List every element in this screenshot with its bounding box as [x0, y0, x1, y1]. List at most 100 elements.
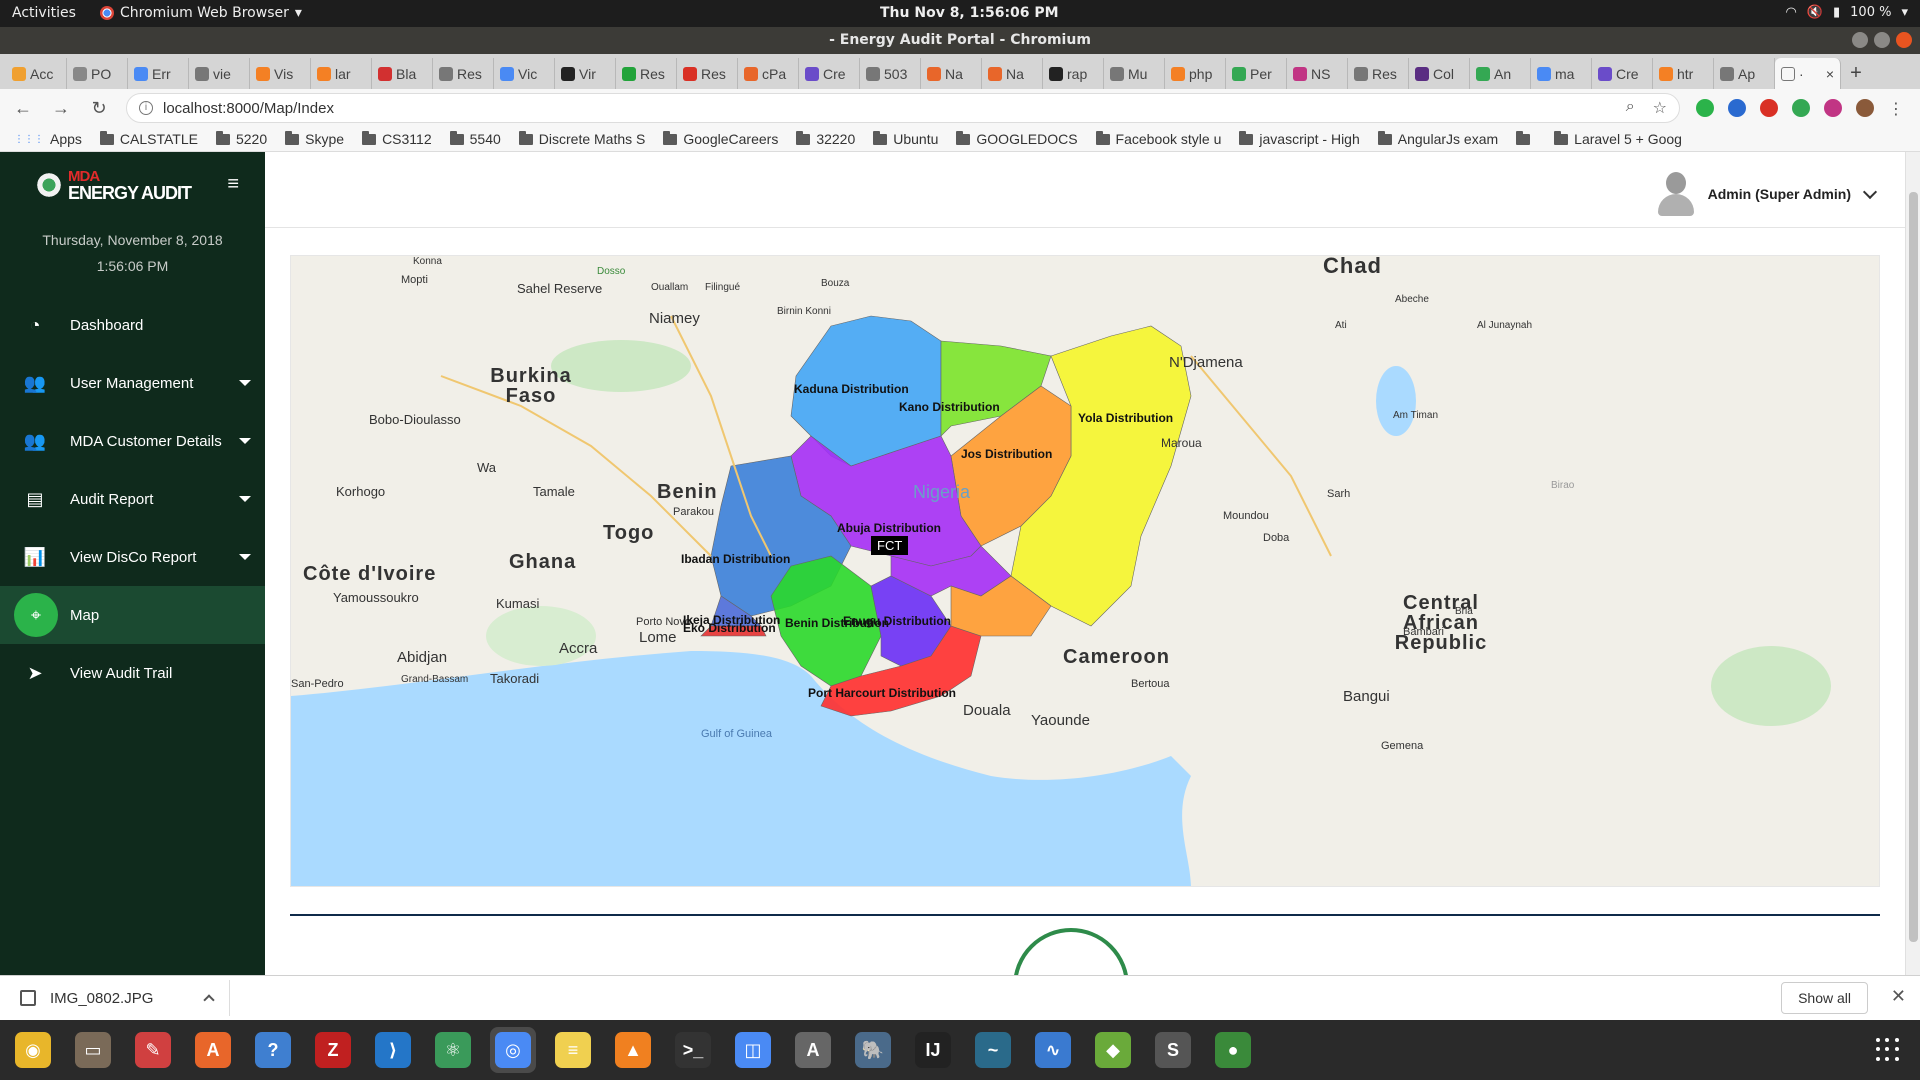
sidebar-item-dashboard[interactable]: ◔ Dashboard — [0, 296, 265, 354]
browser-tab[interactable]: htr — [1653, 58, 1714, 89]
address-bar[interactable]: i localhost:8000/Map/Index ⌕ ☆ — [126, 93, 1680, 123]
browser-tab[interactable]: Acc — [6, 58, 67, 89]
region-label[interactable]: Kano Distribution — [899, 400, 1000, 414]
browser-tab[interactable]: Bla — [372, 58, 433, 89]
sidebar-item-audit-report[interactable]: ▤ Audit Report — [0, 470, 265, 528]
zoom-icon[interactable]: ⌕ — [1626, 98, 1635, 118]
rhythmbox-icon[interactable]: ◉ — [10, 1027, 56, 1073]
browser-tab[interactable]: 503 — [860, 58, 921, 89]
menu-icon[interactable]: ⋮ — [1888, 99, 1904, 118]
filezilla-icon[interactable]: Z — [310, 1027, 356, 1073]
browser-tab[interactable]: Res — [433, 58, 494, 89]
user-menu[interactable]: Admin (Super Admin) — [1657, 172, 1878, 216]
browser-tab[interactable]: Mu — [1104, 58, 1165, 89]
software-icon[interactable]: A — [190, 1027, 236, 1073]
bookmark-item[interactable]: AngularJs exam — [1377, 130, 1498, 147]
bookmark-item[interactable] — [1516, 130, 1536, 145]
close-icon[interactable]: ✕ — [1891, 986, 1906, 1007]
region-label[interactable]: Jos Distribution — [961, 447, 1052, 461]
browser-tab[interactable]: Col — [1409, 58, 1470, 89]
scrollbar-thumb[interactable] — [1909, 192, 1918, 942]
bookmark-item[interactable]: 32220 — [796, 130, 855, 147]
bookmark-item[interactable]: GOOGLEDOCS — [956, 130, 1078, 147]
browser-tab[interactable]: Cre — [1592, 58, 1653, 89]
browser-tab[interactable]: Vis — [250, 58, 311, 89]
sublime-icon[interactable]: S — [1150, 1027, 1196, 1073]
browser-tab[interactable]: Vir — [555, 58, 616, 89]
hamburger-icon[interactable]: ≡ — [227, 173, 239, 196]
forward-button[interactable]: → — [50, 98, 72, 119]
region-label[interactable]: Yola Distribution — [1078, 411, 1173, 425]
disco-map[interactable]: Chad Burkina Faso Benin Togo Ghana Côte … — [290, 255, 1880, 887]
sidebar-item-view-audit-trail[interactable]: ➤ View Audit Trail — [0, 644, 265, 702]
help-icon[interactable]: ? — [250, 1027, 296, 1073]
region-label[interactable]: Enugu Distribution — [843, 614, 951, 628]
app-menu[interactable]: Chromium Web Browser ▾ — [100, 5, 302, 21]
browser-tab[interactable]: Vic — [494, 58, 555, 89]
browser-tab[interactable]: Na — [982, 58, 1043, 89]
bookmark-item[interactable]: Ubuntu — [873, 130, 938, 147]
browser-tab[interactable]: Err — [128, 58, 189, 89]
browser-tab[interactable]: Per — [1226, 58, 1287, 89]
show-all-button[interactable]: Show all — [1781, 982, 1868, 1014]
browser-tab[interactable]: Na — [921, 58, 982, 89]
grammarly-icon[interactable] — [1696, 99, 1714, 117]
intellij-icon[interactable]: IJ — [910, 1027, 956, 1073]
maximize-button[interactable] — [1874, 32, 1890, 48]
browser-tab[interactable]: Res — [616, 58, 677, 89]
bookmark-item[interactable]: Discrete Maths S — [518, 130, 645, 147]
bookmark-item[interactable]: Facebook style u — [1095, 130, 1221, 147]
new-tab-button[interactable]: + — [1841, 58, 1871, 89]
vertical-scrollbar[interactable] — [1905, 152, 1920, 1020]
extension-icon[interactable] — [1728, 99, 1746, 117]
bookmark-item[interactable]: 5540 — [449, 130, 501, 147]
browser-tab[interactable]: PO — [67, 58, 128, 89]
browser-tab[interactable]: rap — [1043, 58, 1104, 89]
reload-button[interactable]: ↻ — [88, 98, 110, 119]
minimize-button[interactable] — [1852, 32, 1868, 48]
files-icon[interactable]: ▭ — [70, 1027, 116, 1073]
sidebar-item-mda-customer-details[interactable]: 👥 MDA Customer Details — [0, 412, 265, 470]
sidebar-item-map[interactable]: ⌖ Map — [0, 586, 265, 644]
download-item[interactable]: IMG_0802.JPG — [20, 980, 230, 1016]
info-icon[interactable]: i — [139, 101, 153, 115]
bookmark-item[interactable]: Skype — [285, 130, 344, 147]
postgres-icon[interactable]: 🐘 — [850, 1027, 896, 1073]
apps-shortcut[interactable]: ⋮⋮⋮ Apps — [14, 131, 82, 147]
browser-tab[interactable]: cPa — [738, 58, 799, 89]
bookmark-item[interactable]: CALSTATLE — [99, 130, 198, 147]
chevron-up-icon[interactable] — [203, 994, 215, 1006]
browser-tab[interactable]: php — [1165, 58, 1226, 89]
browser-tab[interactable]: Ap — [1714, 58, 1775, 89]
region-label[interactable]: Eko Distribution — [683, 621, 776, 635]
bookmark-item[interactable]: javascript - High — [1239, 130, 1360, 147]
bookmark-item[interactable]: 5220 — [215, 130, 267, 147]
profile-avatar[interactable] — [1856, 99, 1874, 117]
notes-icon[interactable]: ≡ — [550, 1027, 596, 1073]
region-label[interactable]: Kaduna Distribution — [794, 382, 909, 396]
system-tray[interactable]: ◠ 🔇 ▮ 100 % ▾ — [1785, 5, 1908, 20]
region-label[interactable]: Ibadan Distribution — [681, 552, 790, 566]
vscode-icon[interactable]: ⟩ — [370, 1027, 416, 1073]
close-window-button[interactable] — [1896, 32, 1912, 48]
extension-icon[interactable] — [1824, 99, 1842, 117]
browser-tab[interactable]: vie — [189, 58, 250, 89]
gmail-icon[interactable] — [1760, 99, 1778, 117]
system-clock[interactable]: Thu Nov 8, 1:56:06 PM — [880, 5, 1059, 21]
monitor-icon[interactable]: ∿ — [1030, 1027, 1076, 1073]
vlc-icon[interactable]: ▲ — [610, 1027, 656, 1073]
show-applications-icon[interactable] — [1876, 1038, 1900, 1062]
bookmark-item[interactable]: CS3112 — [362, 130, 432, 147]
region-label[interactable]: Port Harcourt Distribution — [808, 686, 956, 700]
extension-icon[interactable] — [1792, 99, 1810, 117]
browser-tab[interactable]: ma — [1531, 58, 1592, 89]
chromium-icon[interactable]: ◎ — [490, 1027, 536, 1073]
sidebar-item-view-disco-report[interactable]: 📊 View DisCo Report — [0, 528, 265, 586]
atom-icon[interactable]: ⚛ — [430, 1027, 476, 1073]
back-button[interactable]: ← — [12, 98, 34, 119]
region-label[interactable]: Abuja Distribution — [837, 521, 941, 535]
android-icon[interactable]: ◆ — [1090, 1027, 1136, 1073]
browser-tab[interactable]: Cre — [799, 58, 860, 89]
sidebar-item-user-management[interactable]: 👥 User Management — [0, 354, 265, 412]
mysql-icon[interactable]: ~ — [970, 1027, 1016, 1073]
